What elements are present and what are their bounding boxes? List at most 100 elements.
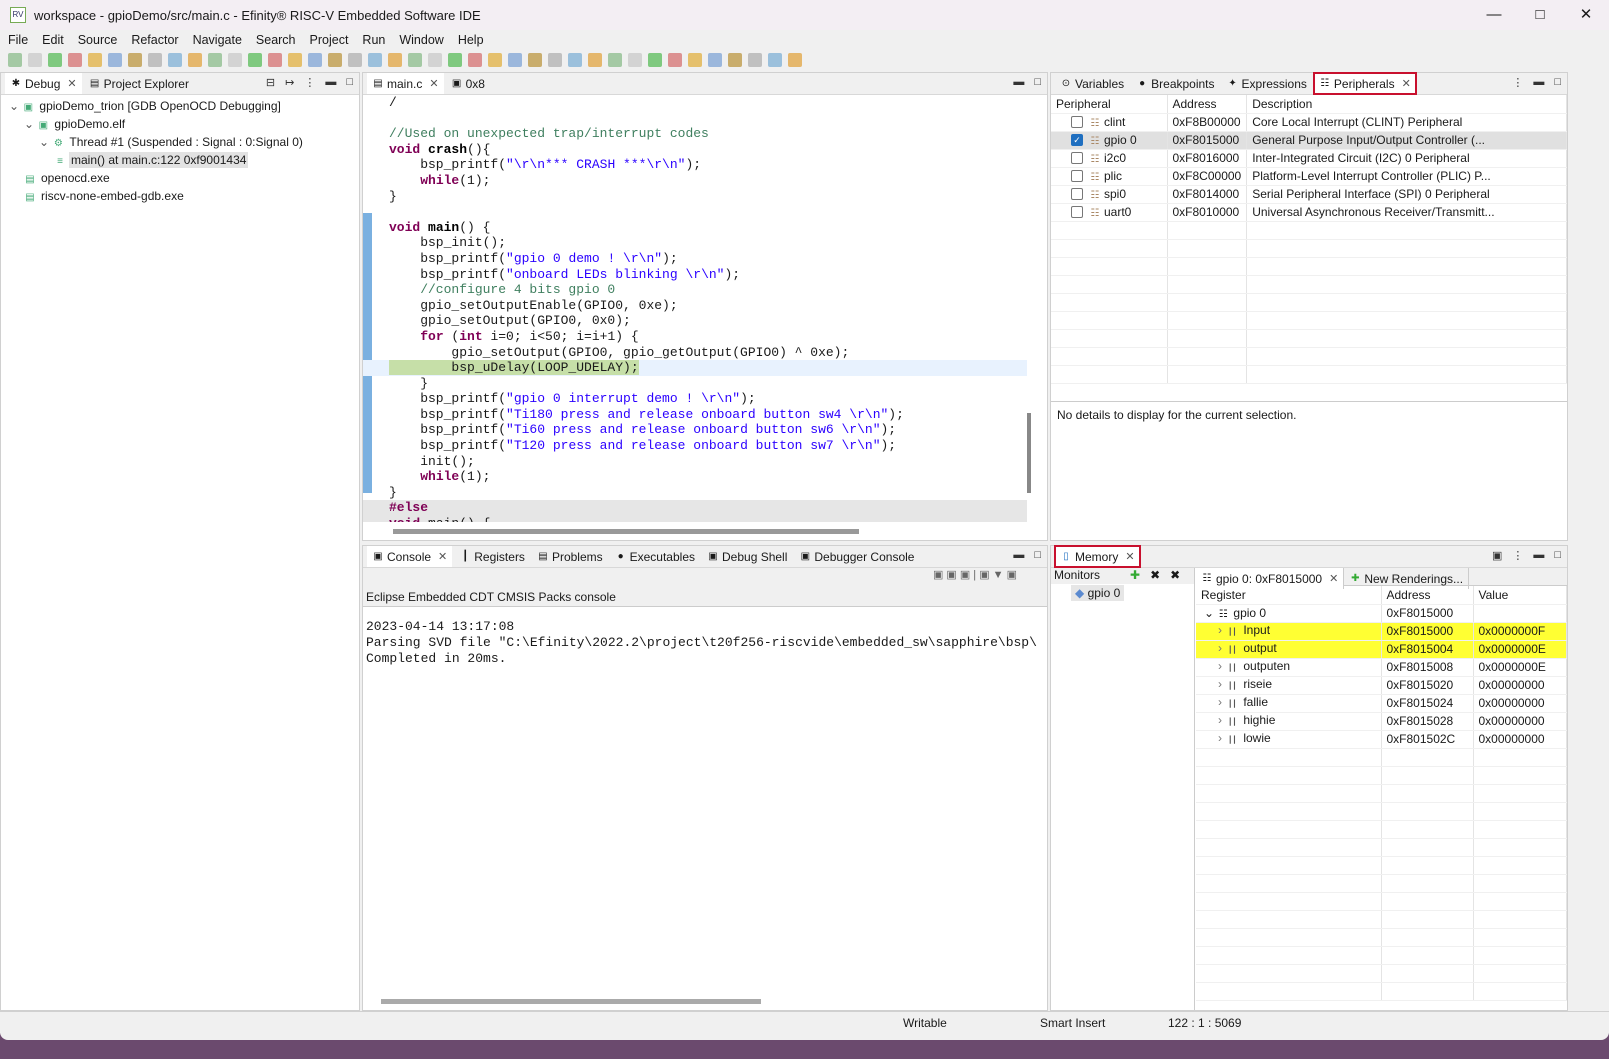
toolbar-button-icon[interactable] xyxy=(268,53,282,67)
chevron-down-icon[interactable]: ⌄ xyxy=(39,135,52,149)
toolbar-button-icon[interactable] xyxy=(28,53,42,67)
debug-tree-item[interactable]: ▤ riscv-none-embed-gdb.exe xyxy=(1,187,359,205)
chevron-down-icon[interactable]: ⌄ xyxy=(24,117,37,131)
peripheral-row[interactable]: ☷ spi0 0xF8014000 Serial Peripheral Interfa… xyxy=(1051,185,1567,204)
monitor-item[interactable]: ◆ gpio 0 xyxy=(1051,584,1194,601)
toolbar-button-icon[interactable] xyxy=(168,53,182,67)
tab-rendering-gpio0[interactable]: ☷ gpio 0: 0xF8015000 ✕ xyxy=(1196,568,1344,589)
menu-run[interactable]: Run xyxy=(362,33,385,47)
tab-variables[interactable]: ⊙ Variables xyxy=(1055,73,1129,94)
tab-project-explorer[interactable]: ▤ Project Explorer xyxy=(84,73,194,94)
minimize-button[interactable]: — xyxy=(1471,0,1517,30)
maximize-view-icon[interactable]: □ xyxy=(1034,549,1041,561)
toolbar-button-icon[interactable] xyxy=(788,53,802,67)
console-toolbar[interactable]: ▣ ▣ ▣ | ▣ ▼ ▣ xyxy=(363,568,1047,588)
view-menu-icon[interactable]: ⋮ xyxy=(1512,549,1523,562)
toolbar-button-icon[interactable] xyxy=(108,53,122,67)
toolbar-button-icon[interactable] xyxy=(588,53,602,67)
menu-file[interactable]: File xyxy=(8,33,28,47)
console-output[interactable]: 2023-04-14 13:17:08 Parsing SVD file "C:\… xyxy=(363,607,1047,679)
collapse-icon[interactable]: ⊟ xyxy=(266,76,275,89)
register-row[interactable]: › ┃┃ output 0xF8015004 0x0000000E xyxy=(1196,640,1567,659)
menu-source[interactable]: Source xyxy=(78,33,118,47)
column-header[interactable]: Value xyxy=(1473,586,1567,605)
toolbar-button-icon[interactable] xyxy=(288,53,302,67)
peripheral-checkbox[interactable] xyxy=(1071,188,1083,201)
chevron-right-icon[interactable]: › xyxy=(1218,731,1225,745)
close-tab-icon[interactable]: ✕ xyxy=(1329,572,1338,585)
menu-refactor[interactable]: Refactor xyxy=(131,33,178,47)
register-row[interactable]: › ┃┃ Input 0xF8015000 0x0000000F xyxy=(1196,622,1567,641)
toolbar-button-icon[interactable] xyxy=(88,53,102,67)
tab-registers[interactable]: ┃ Registers xyxy=(454,546,530,567)
close-tab-icon[interactable]: ✕ xyxy=(429,77,438,90)
debug-tree-item[interactable]: ⌄ ▣ gpioDemo_trion [GDB OpenOCD Debugging… xyxy=(1,97,359,115)
toolbar-button-icon[interactable] xyxy=(408,53,422,67)
toolbar-button-icon[interactable] xyxy=(148,53,162,67)
tab-breakpoints[interactable]: ● Breakpoints xyxy=(1131,73,1219,94)
chevron-right-icon[interactable]: › xyxy=(1218,677,1225,691)
column-header[interactable]: Description xyxy=(1246,95,1567,114)
maximize-view-icon[interactable]: □ xyxy=(1554,549,1561,562)
menu-edit[interactable]: Edit xyxy=(42,33,64,47)
chevron-right-icon[interactable]: › xyxy=(1218,695,1225,709)
minimize-view-icon[interactable]: ▬ xyxy=(1533,549,1544,562)
toolbar-button-icon[interactable] xyxy=(328,53,342,67)
maximize-view-icon[interactable]: □ xyxy=(1554,76,1561,89)
chevron-down-icon[interactable]: ⌄ xyxy=(1204,606,1217,620)
tab-peripherals[interactable]: ☷ Peripherals ✕ xyxy=(1312,72,1417,95)
tab-debugger-console[interactable]: ▣ Debugger Console xyxy=(794,546,919,567)
chevron-right-icon[interactable]: › xyxy=(1218,641,1225,655)
minimize-view-icon[interactable]: ▬ xyxy=(1533,76,1544,89)
new-icon[interactable]: ▣ xyxy=(1492,549,1502,562)
toolbar-button-icon[interactable] xyxy=(608,53,622,67)
tab-0x8[interactable]: ▣ 0x8 xyxy=(446,73,490,94)
toolbar-button-icon[interactable] xyxy=(508,53,522,67)
peripheral-row[interactable]: ✓ ☷ gpio 0 0xF8015000 General Purpose Input/… xyxy=(1051,131,1567,150)
debug-tree-item[interactable]: ▤ openocd.exe xyxy=(1,169,359,187)
register-row[interactable]: › ┃┃ outputen 0xF8015008 0x0000000E xyxy=(1196,658,1567,677)
vertical-scrollbar[interactable] xyxy=(1027,413,1031,493)
tab-debug[interactable]: ✱ Debug ✕ xyxy=(5,73,82,94)
toolbar-button-icon[interactable] xyxy=(188,53,202,67)
toolbar-button-icon[interactable] xyxy=(8,53,22,67)
view-menu-icon[interactable]: ⋮ xyxy=(1512,76,1523,89)
menu-project[interactable]: Project xyxy=(310,33,349,47)
peripheral-row[interactable]: ☷ uart0 0xF8010000 Universal Asynchronous R… xyxy=(1051,203,1567,222)
remove-all-icon[interactable]: ✖ xyxy=(1170,568,1180,584)
step-icon[interactable]: ↦ xyxy=(285,76,294,89)
toolbar-button-icon[interactable] xyxy=(648,53,662,67)
add-monitor-icon[interactable]: ✚ xyxy=(1130,568,1140,584)
toolbar-button-icon[interactable] xyxy=(248,53,262,67)
column-header[interactable]: Address xyxy=(1167,95,1248,114)
toolbar-button-icon[interactable] xyxy=(488,53,502,67)
register-row[interactable]: › ┃┃ highie 0xF8015028 0x00000000 xyxy=(1196,712,1567,731)
toolbar-button-icon[interactable] xyxy=(308,53,322,67)
menu-window[interactable]: Window xyxy=(399,33,443,47)
toolbar-button-icon[interactable] xyxy=(48,53,62,67)
toolbar-button-icon[interactable] xyxy=(428,53,442,67)
toolbar-button-icon[interactable] xyxy=(728,53,742,67)
close-tab-icon[interactable]: ✕ xyxy=(1125,550,1134,563)
maximize-view-icon[interactable]: □ xyxy=(346,76,353,89)
tab-debug-shell[interactable]: ▣ Debug Shell xyxy=(702,546,792,567)
peripheral-checkbox[interactable] xyxy=(1071,116,1083,129)
register-row[interactable]: › ┃┃ riseie 0xF8015020 0x00000000 xyxy=(1196,676,1567,695)
tab-executables[interactable]: ● Executables xyxy=(610,546,700,567)
toolbar-button-icon[interactable] xyxy=(128,53,142,67)
chevron-right-icon[interactable]: › xyxy=(1218,713,1225,727)
debug-tree-item[interactable]: ≡ main() at main.c:122 0xf9001434 xyxy=(1,151,359,169)
tab-main-c[interactable]: ▤ main.c ✕ xyxy=(367,73,444,94)
register-row[interactable]: › ┃┃ fallie 0xF8015024 0x00000000 xyxy=(1196,694,1567,713)
tab-memory[interactable]: ▯ Memory ✕ xyxy=(1054,545,1141,568)
peripheral-checkbox[interactable] xyxy=(1071,206,1083,219)
horizontal-scrollbar[interactable] xyxy=(381,999,761,1004)
peripheral-checkbox[interactable] xyxy=(1071,152,1083,165)
debug-tree-item[interactable]: ⌄ ▣ gpioDemo.elf xyxy=(1,115,359,133)
toolbar-button-icon[interactable] xyxy=(228,53,242,67)
close-window-button[interactable]: ✕ xyxy=(1563,0,1609,30)
menu-search[interactable]: Search xyxy=(256,33,296,47)
code-area[interactable]: / //Used on unexpected trap/interrupt cod… xyxy=(363,95,1027,522)
maximize-view-icon[interactable]: □ xyxy=(1034,76,1041,88)
toolbar-button-icon[interactable] xyxy=(688,53,702,67)
